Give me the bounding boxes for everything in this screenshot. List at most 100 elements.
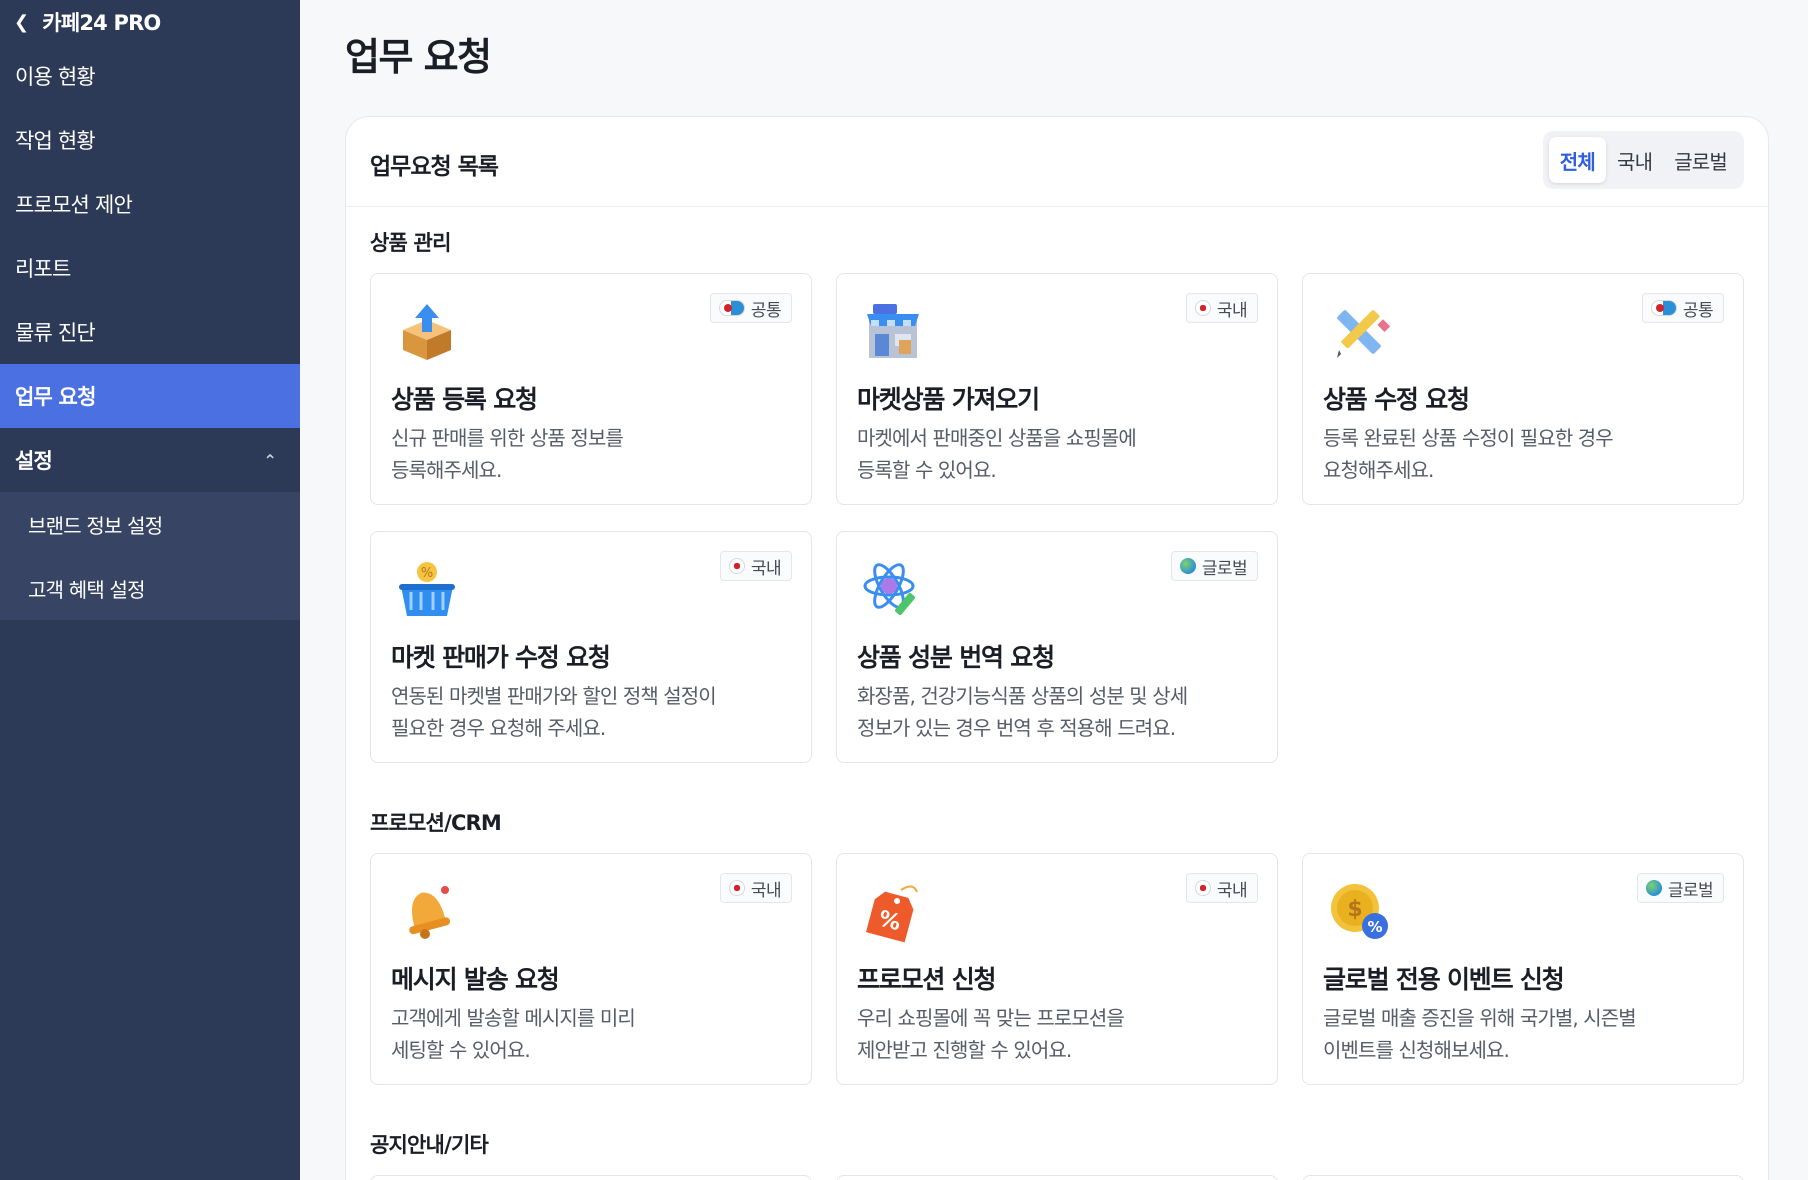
- request-list-panel: 업무요청 목록 전체 국내 글로벌 상품 관리 공통 상품 등록 요청 신규 판…: [345, 116, 1769, 1180]
- section-title-product: 상품 관리: [370, 231, 451, 255]
- sidebar-item-brand-settings[interactable]: 브랜드 정보 설정: [0, 492, 300, 556]
- card-partial[interactable]: [836, 1175, 1278, 1180]
- scope-badge: 공통: [1641, 293, 1724, 323]
- card-title: 마켓 판매가 수정 요청: [391, 643, 611, 672]
- desc-line: 이벤트를 신청해보세요.: [1323, 1038, 1510, 1062]
- sidebar-item-promotion[interactable]: 프로모션 제안: [0, 172, 300, 236]
- scope-badge: 국내: [719, 551, 792, 581]
- chevron-up-icon: ⌃: [263, 450, 276, 470]
- card-global-event[interactable]: 글로벌 $ % 글로벌 전용 이벤트 신청 글로벌 매출 증진을 위해 국가별,…: [1302, 853, 1744, 1085]
- svg-text:%: %: [421, 566, 433, 581]
- section-title-notice-etc: 공지안내/기타: [370, 1133, 489, 1157]
- pencil-ruler-icon: [1337, 310, 1391, 358]
- desc-line: 정보가 있는 경우 번역 후 적용해 드려요.: [857, 716, 1176, 740]
- scope-badge: 국내: [1185, 293, 1258, 323]
- korea-globe-flag-icon: [1650, 300, 1677, 316]
- card-description: 등록 완료된 상품 수정이 필요한 경우요청해주세요.: [1323, 422, 1723, 486]
- badge-label: 공통: [750, 300, 782, 321]
- desc-line: 신규 판매를 위한 상품 정보를: [391, 426, 624, 450]
- section-title-promotion-crm: 프로모션/CRM: [370, 811, 502, 835]
- desc-line: 고객에게 발송할 메시지를 미리: [391, 1006, 636, 1030]
- desc-line: 글로벌 매출 증진을 위해 국가별, 시즌별: [1323, 1006, 1637, 1030]
- sidebar: ❮ 카페24 PRO 이용 현황 작업 현황 프로모션 제안 리포트 물류 진단…: [0, 0, 300, 1180]
- desc-line: 제안받고 진행할 수 있어요.: [857, 1038, 1072, 1062]
- sidebar-item-report[interactable]: 리포트: [0, 236, 300, 300]
- desc-line: 등록할 수 있어요.: [857, 458, 997, 482]
- desc-line: 연동된 마켓별 판매가와 할인 정책 설정이: [391, 684, 717, 708]
- filter-domestic-button[interactable]: 국내: [1606, 137, 1663, 183]
- card-description: 마켓에서 판매중인 상품을 쇼핑몰에등록할 수 있어요.: [857, 422, 1257, 486]
- region-filter: 전체 국내 글로벌: [1542, 131, 1744, 189]
- sidebar-item-benefit-settings[interactable]: 고객 혜택 설정: [0, 556, 300, 620]
- scope-badge: 공통: [709, 293, 792, 323]
- chevron-left-icon: ❮: [14, 11, 29, 33]
- panel-title: 업무요청 목록: [370, 154, 499, 180]
- sidebar-item-label: 고객 혜택 설정: [28, 577, 146, 602]
- back-to-pro-link[interactable]: ❮ 카페24 PRO: [0, 0, 300, 44]
- card-product-edit[interactable]: 공통 상품 수정 요청 등록 완료된 상품 수정이 필요한 경우요청해주세요.: [1302, 273, 1744, 505]
- desc-line: 마켓에서 판매중인 상품을 쇼핑몰에: [857, 426, 1137, 450]
- card-message-send[interactable]: 국내 메시지 발송 요청 고객에게 발송할 메시지를 미리세팅할 수 있어요.: [370, 853, 812, 1085]
- desc-line: 세팅할 수 있어요.: [391, 1038, 531, 1062]
- card-description: 글로벌 매출 증진을 위해 국가별, 시즌별이벤트를 신청해보세요.: [1323, 1002, 1723, 1066]
- card-partial[interactable]: [1302, 1175, 1744, 1180]
- scope-badge: 글로벌: [1636, 873, 1724, 903]
- globe-icon: [1179, 558, 1196, 574]
- panel-header: 업무요청 목록 전체 국내 글로벌: [346, 117, 1768, 207]
- back-label: 카페24 PRO: [42, 11, 161, 35]
- sidebar-item-label: 브랜드 정보 설정: [28, 513, 163, 538]
- card-title: 마켓상품 가져오기: [857, 385, 1040, 414]
- card-description: 신규 판매를 위한 상품 정보를등록해주세요.: [391, 422, 791, 486]
- settings-submenu: 브랜드 정보 설정 고객 혜택 설정: [0, 492, 300, 620]
- card-title: 상품 수정 요청: [1323, 385, 1470, 414]
- sidebar-item-work-status[interactable]: 작업 현황: [0, 108, 300, 172]
- desc-line: 요청해주세요.: [1323, 458, 1434, 482]
- card-market-price-edit[interactable]: 국내 % 마켓 판매가 수정 요청 연동된 마켓별 판매가와 할인 정책 설정이…: [370, 531, 812, 763]
- card-title: 상품 등록 요청: [391, 385, 538, 414]
- bell-icon: [409, 886, 451, 939]
- globe-icon: [1645, 880, 1662, 896]
- badge-label: 국내: [750, 880, 782, 901]
- discount-basket-icon: %: [399, 562, 455, 616]
- korea-flag-icon: [728, 880, 745, 896]
- scope-badge: 글로벌: [1170, 551, 1258, 581]
- sidebar-item-usage[interactable]: 이용 현황: [0, 44, 300, 108]
- badge-label: 국내: [750, 558, 782, 579]
- filter-all-button[interactable]: 전체: [1548, 137, 1606, 183]
- percent-tag-icon: %: [865, 885, 918, 943]
- svg-text:%: %: [1367, 918, 1382, 936]
- card-description: 화장품, 건강기능식품 상품의 성분 및 상세 정보가 있는 경우 번역 후 적용…: [857, 680, 1257, 744]
- filter-global-button[interactable]: 글로벌: [1663, 137, 1738, 183]
- desc-line: 등록해주세요.: [391, 458, 502, 482]
- sidebar-item-label: 물류 진단: [15, 321, 96, 345]
- badge-label: 국내: [1216, 880, 1248, 901]
- sidebar-item-label: 이용 현황: [15, 65, 96, 89]
- korea-flag-icon: [1194, 880, 1211, 896]
- card-promotion-apply[interactable]: 국내 % 프로모션 신청 우리 쇼핑몰에 꼭 맞는 프로모션을 제안받고 진행할 …: [836, 853, 1278, 1085]
- sidebar-item-settings[interactable]: 설정 ⌃: [0, 428, 300, 492]
- card-product-register[interactable]: 공통 상품 등록 요청 신규 판매를 위한 상품 정보를등록해주세요.: [370, 273, 812, 505]
- store-icon: [867, 304, 919, 358]
- badge-label: 글로벌: [1201, 558, 1248, 579]
- desc-line: 필요한 경우 요청해 주세요.: [391, 716, 606, 740]
- card-ingredient-translate[interactable]: 글로벌 상품 성분 번역 요청 화장품, 건강기능식품 상품의 성분 및 상세 정…: [836, 531, 1278, 763]
- card-partial[interactable]: [370, 1175, 812, 1180]
- badge-label: 글로벌: [1667, 880, 1714, 901]
- sidebar-item-label: 업무 요청: [15, 385, 96, 409]
- card-description: 고객에게 발송할 메시지를 미리세팅할 수 있어요.: [391, 1002, 791, 1066]
- sidebar-item-logistics[interactable]: 물류 진단: [0, 300, 300, 364]
- badge-label: 공통: [1682, 300, 1714, 321]
- korea-flag-icon: [1194, 300, 1211, 316]
- main-content: 업무 요청 업무요청 목록 전체 국내 글로벌 상품 관리 공통 상품 등록 요…: [300, 0, 1808, 1180]
- sidebar-item-label: 프로모션 제안: [15, 193, 133, 217]
- desc-line: 등록 완료된 상품 수정이 필요한 경우: [1323, 426, 1614, 450]
- box-upload-icon: [403, 304, 451, 360]
- card-market-import[interactable]: 국내 마켓상품 가져오기 마켓에서 판매중인 상품을 쇼핑몰에등록할 수 있어요…: [836, 273, 1278, 505]
- sidebar-item-work-request[interactable]: 업무 요청: [0, 364, 300, 428]
- svg-text:$: $: [1347, 897, 1362, 922]
- korea-globe-flag-icon: [718, 300, 745, 316]
- card-title: 글로벌 전용 이벤트 신청: [1323, 965, 1565, 994]
- card-title: 메시지 발송 요청: [391, 965, 560, 994]
- coin-percent-icon: $ %: [1331, 884, 1388, 939]
- scope-badge: 국내: [719, 873, 792, 903]
